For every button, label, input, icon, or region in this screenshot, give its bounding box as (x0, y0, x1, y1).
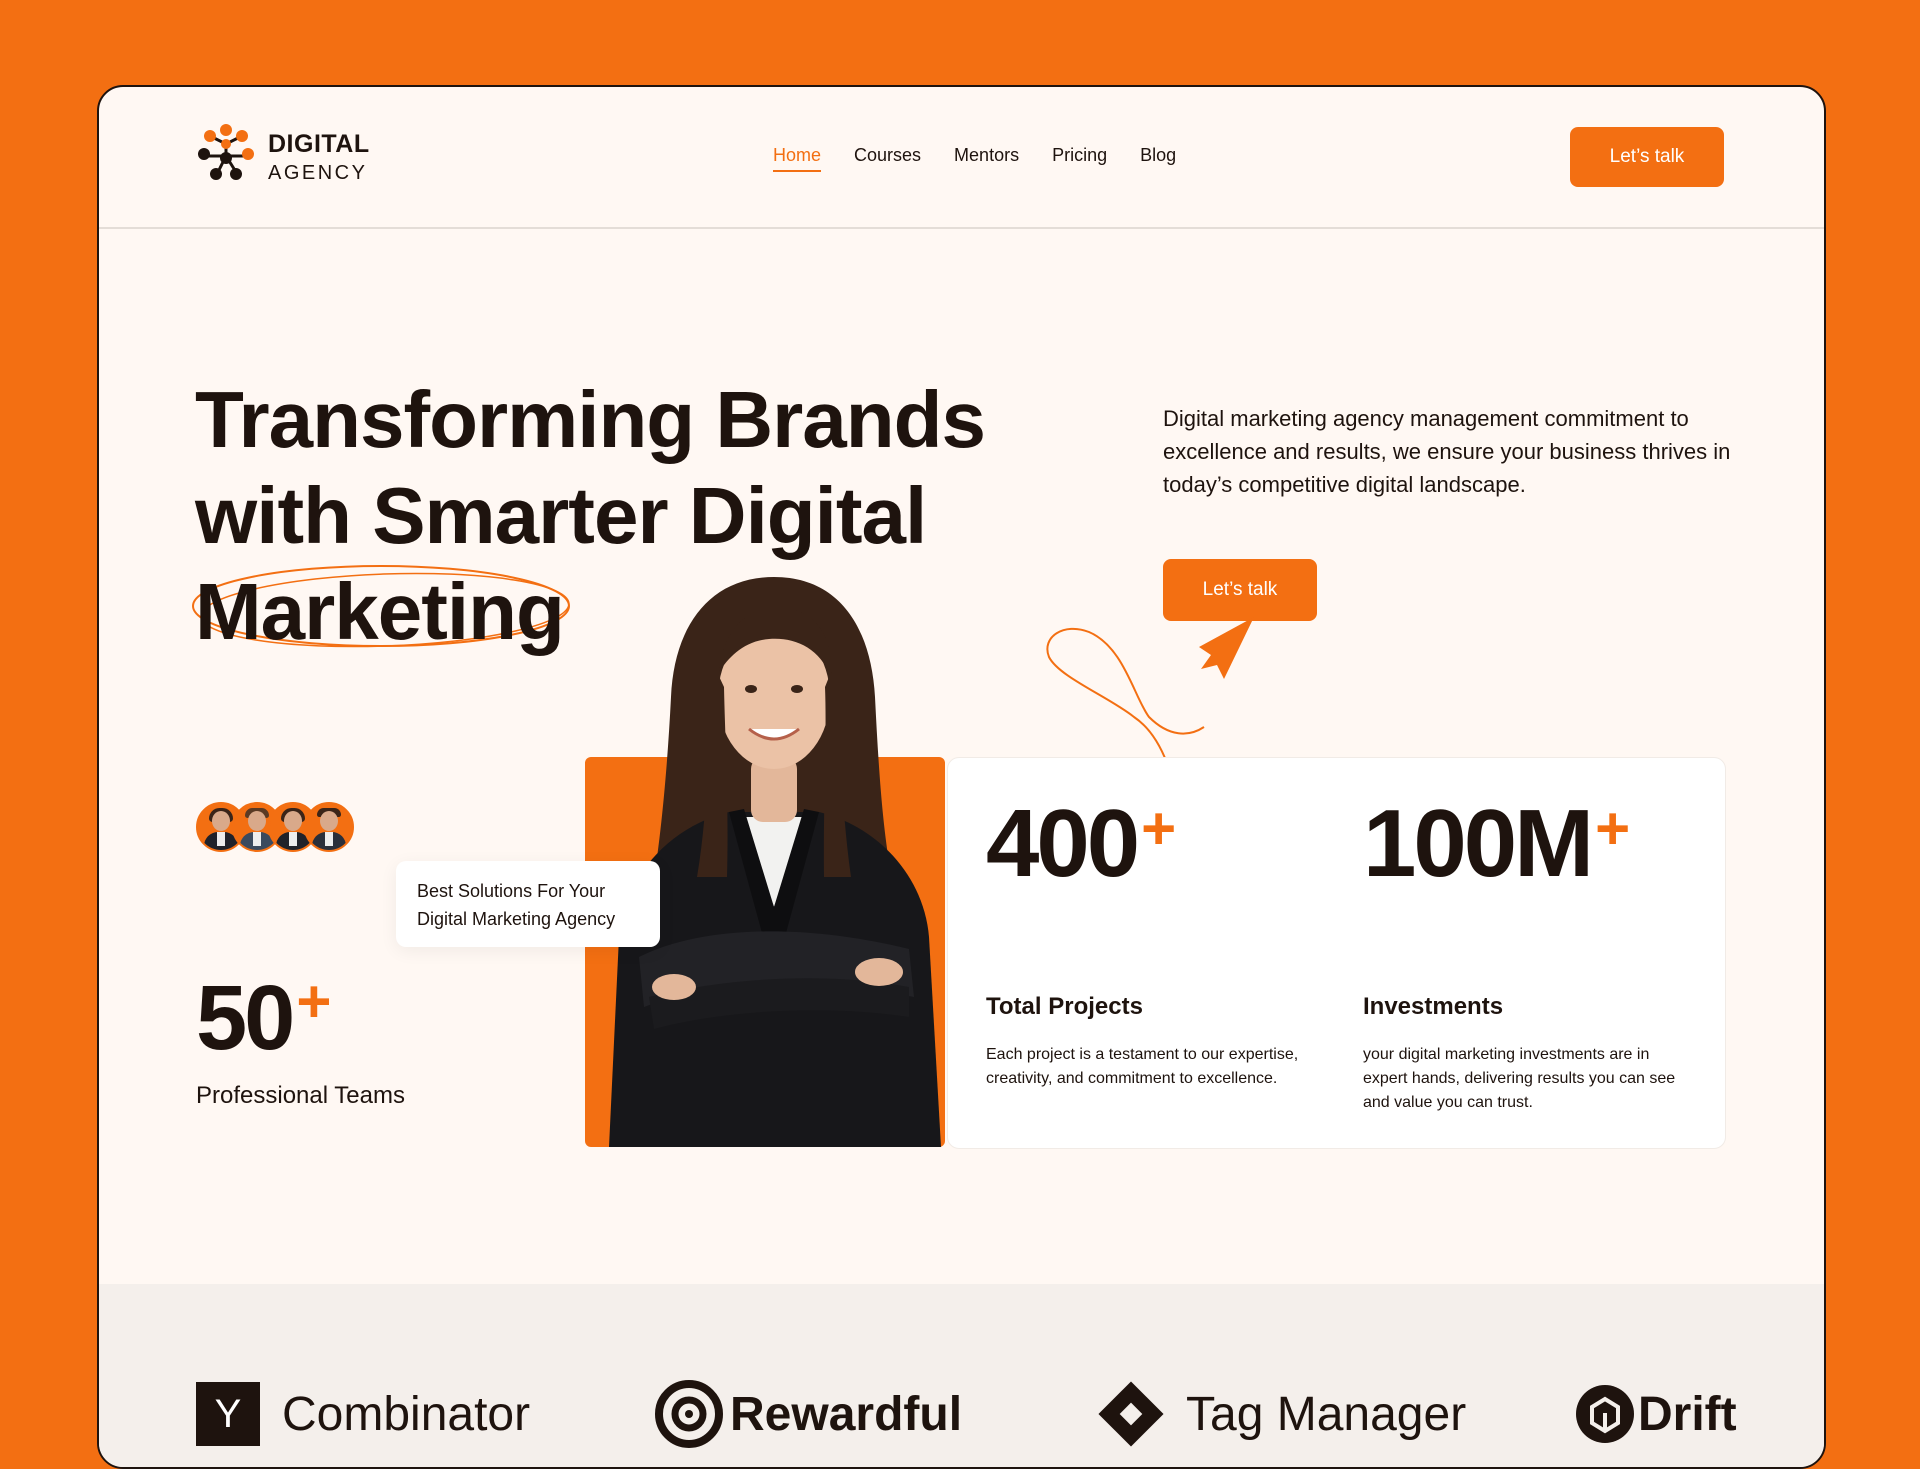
badge-line1: Best Solutions For Your (417, 881, 606, 901)
tag-manager-icon (1098, 1381, 1164, 1447)
team-avatars (196, 802, 354, 852)
partner-drift: Drift (1574, 1384, 1737, 1444)
partner-name: Combinator (282, 1387, 531, 1441)
nav-item-blog[interactable]: Blog (1140, 145, 1176, 172)
stat-total-projects: 400+ Total Projects Each project is a te… (986, 758, 1306, 1148)
nav-item-pricing[interactable]: Pricing (1052, 145, 1107, 172)
nav-item-mentors[interactable]: Mentors (954, 145, 1019, 172)
stat-value: 100M (1363, 790, 1594, 897)
partner-logos-strip: Y Combinator Rewardful Tag Manager Drift (99, 1284, 1824, 1467)
page-frame: DIGITAL AGENCY Home Courses Mentors Pric… (97, 85, 1826, 1469)
rewardful-icon (655, 1380, 723, 1448)
teams-label: Professional Teams (196, 1082, 405, 1109)
stat-investments: 100M+ Investments your digital marketing… (1363, 758, 1683, 1148)
brand-name-line1: DIGITAL (268, 130, 370, 158)
partner-name: Tag Manager (1186, 1387, 1467, 1441)
teams-value: 50 (196, 967, 295, 1069)
stat-plus: + (1141, 795, 1177, 862)
hero-description: Digital marketing agency management comm… (1163, 406, 1731, 497)
header-lets-talk-button[interactable]: Let’s talk (1570, 127, 1724, 187)
brand-logo[interactable]: DIGITAL AGENCY (196, 122, 396, 192)
stat-plus: + (1595, 795, 1631, 862)
partner-name: Drift (1638, 1387, 1737, 1441)
hero-title-line2: with Smarter Digital (195, 471, 927, 560)
teams-count: 50+ (196, 972, 331, 1065)
badge-line2: Digital Marketing Agency (417, 909, 616, 929)
stats-card: 400+ Total Projects Each project is a te… (947, 757, 1726, 1149)
stat-description: Each project is a testament to our exper… (986, 1046, 1299, 1087)
stat-value-wrap: 100M+ (1363, 796, 1630, 892)
partner-name: Rewardful (730, 1387, 963, 1441)
avatar (304, 802, 354, 852)
drift-icon (1576, 1385, 1634, 1443)
hero-lets-talk-button[interactable]: Let’s talk (1163, 559, 1317, 621)
partner-y-combinator: Y Combinator (196, 1382, 531, 1446)
main-nav: Home Courses Mentors Pricing Blog (773, 145, 1176, 172)
logo-mark-icon (198, 124, 254, 180)
solutions-badge-card: Best Solutions For Your Digital Marketin… (396, 861, 660, 947)
nav-item-courses[interactable]: Courses (854, 145, 921, 172)
partner-tag-manager: Tag Manager (1096, 1381, 1467, 1447)
hero-title-line1: Transforming Brands (195, 375, 986, 464)
nav-item-home[interactable]: Home (773, 145, 822, 172)
teams-plus: + (296, 968, 332, 1035)
y-combinator-icon: Y (196, 1382, 260, 1446)
stat-value-wrap: 400+ (986, 796, 1176, 892)
stat-description: your digital marketing investments are i… (1363, 1046, 1676, 1111)
partner-rewardful: Rewardful (654, 1380, 963, 1448)
stat-value: 400 (986, 790, 1140, 897)
stat-title: Total Projects (986, 993, 1143, 1020)
site-header: DIGITAL AGENCY Home Courses Mentors Pric… (99, 87, 1824, 229)
brand-name-line2: AGENCY (268, 162, 368, 184)
stat-title: Investments (1363, 993, 1504, 1020)
